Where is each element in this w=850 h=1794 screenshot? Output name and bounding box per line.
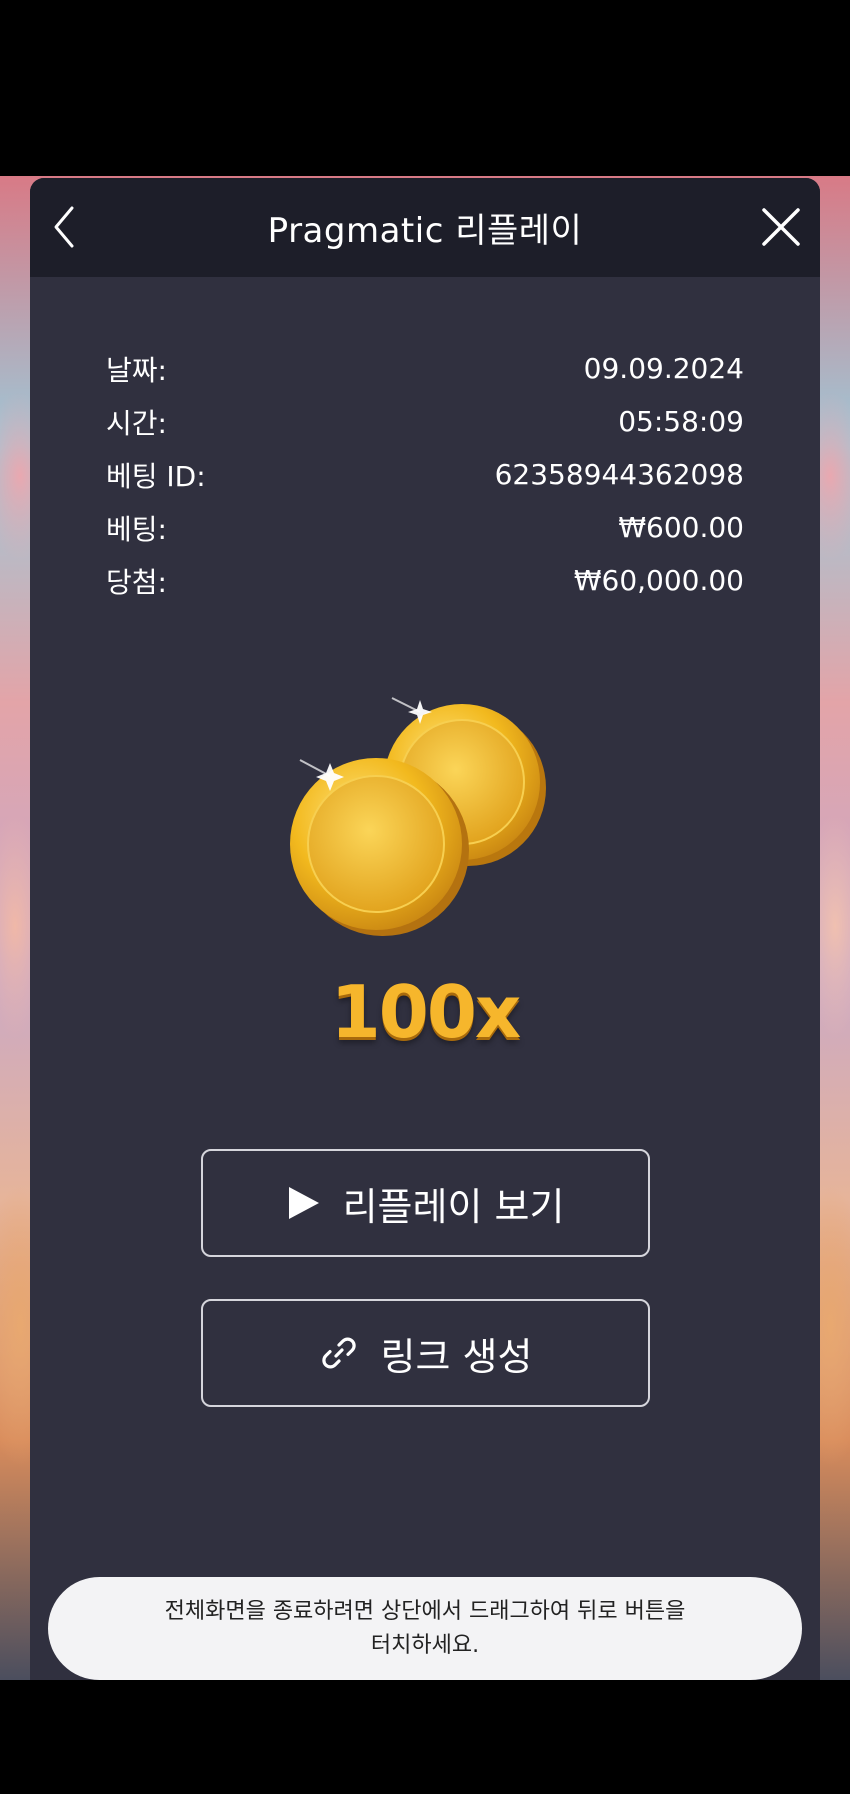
toast-message: 전체화면을 종료하려면 상단에서 드래그하여 뒤로 버튼을 터치하세요. (165, 1595, 686, 1663)
detail-label: 베팅: (106, 512, 167, 546)
close-icon (762, 208, 800, 246)
create-link-label: 링크 생성 (380, 1334, 533, 1379)
detail-row-bet-id: 베팅 ID: 62358944362098 (106, 448, 744, 501)
detail-value: ₩600.00 (618, 511, 744, 544)
toast-line-2: 터치하세요. (370, 1632, 480, 1658)
create-link-button[interactable]: 링크 생성 (201, 1299, 650, 1407)
view-replay-label: 리플레이 보기 (342, 1184, 565, 1229)
play-icon (287, 1185, 321, 1221)
bet-details: 날짜: 09.09.2024 시간: 05:58:09 베팅 ID: 62358… (106, 342, 744, 607)
gold-coins-icon (290, 697, 546, 936)
modal-title: Pragmatic 리플레이 (267, 211, 583, 251)
link-icon (319, 1333, 359, 1373)
detail-label: 당첨: (106, 565, 167, 599)
detail-value: 62358944362098 (494, 458, 744, 491)
detail-value: ₩60,000.00 (573, 564, 744, 597)
detail-row-win: 당첨: ₩60,000.00 (106, 554, 744, 607)
replay-modal: Pragmatic 리플레이 날짜: 09.09.2024 시간: 05:58:… (30, 178, 820, 1680)
chevron-left-icon (54, 206, 74, 248)
modal-header: Pragmatic 리플레이 (30, 178, 820, 277)
win-multiplier: 100x (330, 970, 522, 1054)
detail-label: 시간: (106, 406, 167, 440)
detail-row-date: 날짜: 09.09.2024 (106, 342, 744, 395)
back-button[interactable] (44, 202, 90, 252)
detail-label: 날짜: (106, 353, 167, 387)
detail-value: 05:58:09 (618, 405, 744, 438)
toast-line-1: 전체화면을 종료하려면 상단에서 드래그하여 뒤로 버튼을 (164, 1598, 686, 1624)
fullscreen-exit-toast: 전체화면을 종료하려면 상단에서 드래그하여 뒤로 버튼을 터치하세요. (48, 1577, 802, 1680)
detail-row-time: 시간: 05:58:09 (106, 395, 744, 448)
view-replay-button[interactable]: 리플레이 보기 (201, 1149, 650, 1257)
detail-value: 09.09.2024 (583, 352, 744, 385)
close-button[interactable] (756, 202, 806, 252)
detail-row-bet: 베팅: ₩600.00 (106, 501, 744, 554)
detail-label: 베팅 ID: (106, 459, 206, 493)
